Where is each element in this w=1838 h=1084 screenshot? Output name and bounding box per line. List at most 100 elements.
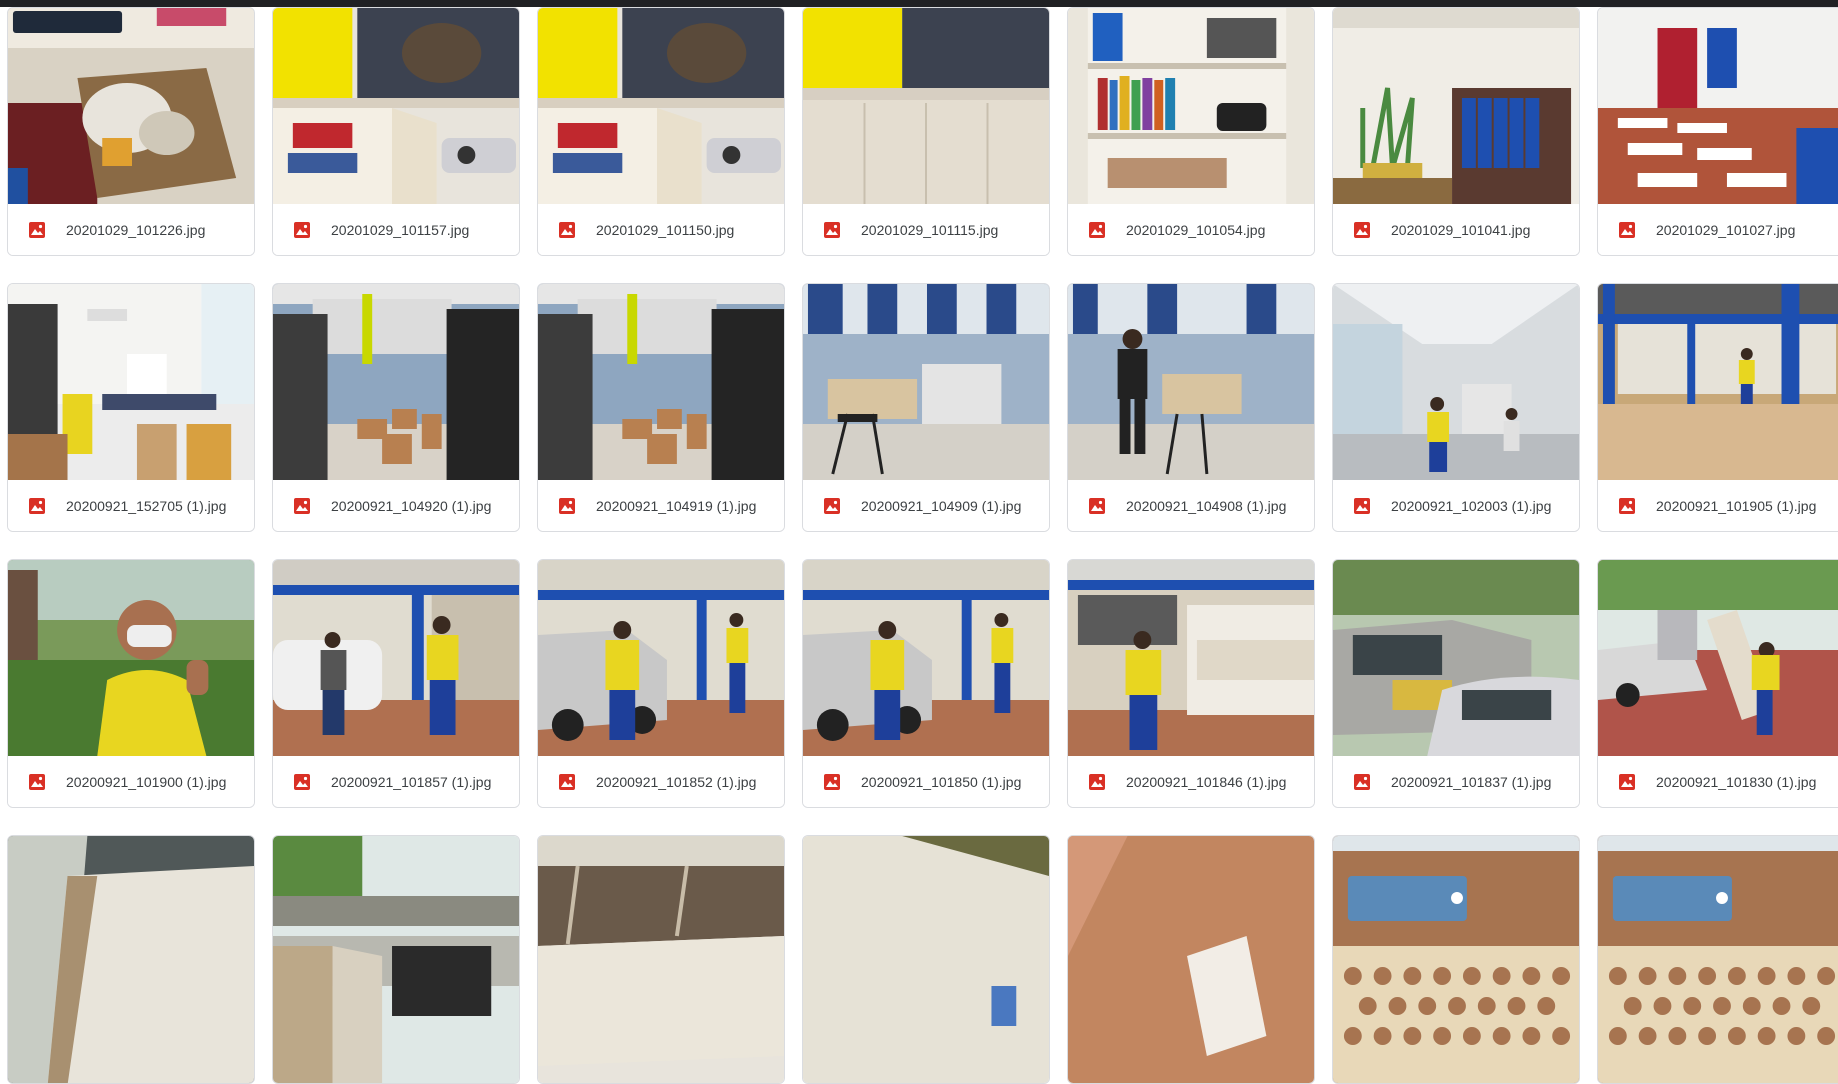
- file-card[interactable]: 20200921_104908 (1).jpg: [1067, 283, 1315, 532]
- file-caption[interactable]: 20200921_102003 (1).jpg: [1333, 480, 1579, 531]
- file-grid: 20201029_101226.jpg 20201029_101157.jpg …: [7, 7, 1838, 1084]
- file-card[interactable]: 20201029_101115.jpg: [802, 7, 1050, 256]
- file-caption[interactable]: 20200921_101852 (1).jpg: [538, 756, 784, 807]
- file-caption[interactable]: 20200921_104919 (1).jpg: [538, 480, 784, 531]
- file-thumbnail[interactable]: [273, 8, 519, 204]
- file-card[interactable]: 20200921_102003 (1).jpg: [1332, 283, 1580, 532]
- image-file-icon: [1088, 221, 1106, 239]
- file-card[interactable]: 20200921_101830 (1).jpg: [1597, 559, 1838, 808]
- file-name: 20201029_101115.jpg: [861, 221, 999, 238]
- file-name: 20200921_104919 (1).jpg: [596, 497, 757, 514]
- file-card[interactable]: 20200921_101846 (1).jpg: [1067, 559, 1315, 808]
- file-card[interactable]: 20200921_101837 (1).jpg: [1332, 559, 1580, 808]
- file-card[interactable]: 20200921_104919 (1).jpg: [537, 283, 785, 532]
- file-name: 20201029_101150.jpg: [596, 221, 735, 238]
- file-card[interactable]: 20201029_101226.jpg: [7, 7, 255, 256]
- file-card[interactable]: 20201029_101027.jpg: [1597, 7, 1838, 256]
- file-card[interactable]: [7, 835, 255, 1084]
- file-caption[interactable]: 20201029_101041.jpg: [1333, 204, 1579, 255]
- file-caption[interactable]: 20201029_101150.jpg: [538, 204, 784, 255]
- file-thumbnail[interactable]: [273, 836, 519, 1083]
- file-thumbnail[interactable]: [1333, 836, 1579, 1083]
- file-caption[interactable]: 20201029_101027.jpg: [1598, 204, 1838, 255]
- image-file-icon: [293, 221, 311, 239]
- file-thumbnail[interactable]: [1598, 836, 1838, 1083]
- file-name: 20200921_101837 (1).jpg: [1391, 773, 1552, 790]
- file-thumbnail[interactable]: [803, 284, 1049, 480]
- file-caption[interactable]: 20200921_152705 (1).jpg: [8, 480, 254, 531]
- file-name: 20200921_104908 (1).jpg: [1126, 497, 1287, 514]
- file-thumbnail[interactable]: [803, 836, 1049, 1083]
- file-thumbnail[interactable]: [538, 284, 784, 480]
- file-card[interactable]: 20200921_101852 (1).jpg: [537, 559, 785, 808]
- file-thumbnail[interactable]: [1598, 8, 1838, 204]
- file-card[interactable]: [802, 835, 1050, 1084]
- file-card[interactable]: 20200921_152705 (1).jpg: [7, 283, 255, 532]
- file-thumbnail[interactable]: [1333, 560, 1579, 756]
- file-card[interactable]: [537, 835, 785, 1084]
- file-thumbnail[interactable]: [803, 560, 1049, 756]
- image-file-icon: [1353, 773, 1371, 791]
- file-card[interactable]: [1597, 835, 1838, 1084]
- file-caption[interactable]: 20200921_101830 (1).jpg: [1598, 756, 1838, 807]
- file-thumbnail[interactable]: [273, 560, 519, 756]
- file-card[interactable]: 20201029_101157.jpg: [272, 7, 520, 256]
- file-thumbnail[interactable]: [8, 560, 254, 756]
- file-thumbnail[interactable]: [1598, 560, 1838, 756]
- file-caption[interactable]: 20200921_101850 (1).jpg: [803, 756, 1049, 807]
- file-caption[interactable]: 20200921_101900 (1).jpg: [8, 756, 254, 807]
- file-name: 20200921_101846 (1).jpg: [1126, 773, 1287, 790]
- file-caption[interactable]: 20201029_101115.jpg: [803, 204, 1049, 255]
- file-name: 20200921_101850 (1).jpg: [861, 773, 1022, 790]
- file-caption[interactable]: 20200921_101837 (1).jpg: [1333, 756, 1579, 807]
- file-thumbnail[interactable]: [1333, 8, 1579, 204]
- file-caption[interactable]: 20200921_101905 (1).jpg: [1598, 480, 1838, 531]
- file-card[interactable]: 20201029_101041.jpg: [1332, 7, 1580, 256]
- file-thumbnail[interactable]: [1068, 284, 1314, 480]
- image-file-icon: [1088, 773, 1106, 791]
- file-card[interactable]: [1067, 835, 1315, 1084]
- file-thumbnail[interactable]: [8, 284, 254, 480]
- file-card[interactable]: 20200921_101850 (1).jpg: [802, 559, 1050, 808]
- image-file-icon: [823, 773, 841, 791]
- file-thumbnail[interactable]: [8, 836, 254, 1083]
- file-card[interactable]: 20201029_101150.jpg: [537, 7, 785, 256]
- file-card[interactable]: 20200921_101905 (1).jpg: [1597, 283, 1838, 532]
- file-thumbnail[interactable]: [1068, 836, 1314, 1083]
- file-thumbnail[interactable]: [1333, 284, 1579, 480]
- image-file-icon: [28, 221, 46, 239]
- file-thumbnail[interactable]: [8, 8, 254, 204]
- file-name: 20200921_101857 (1).jpg: [331, 773, 492, 790]
- file-caption[interactable]: 20200921_101857 (1).jpg: [273, 756, 519, 807]
- file-name: 20200921_101905 (1).jpg: [1656, 497, 1817, 514]
- file-name: 20201029_101226.jpg: [66, 221, 206, 238]
- file-card[interactable]: 20200921_104920 (1).jpg: [272, 283, 520, 532]
- file-caption[interactable]: 20200921_104920 (1).jpg: [273, 480, 519, 531]
- file-caption[interactable]: 20201029_101226.jpg: [8, 204, 254, 255]
- file-thumbnail[interactable]: [538, 836, 784, 1083]
- file-card[interactable]: [1332, 835, 1580, 1084]
- file-caption[interactable]: 20200921_104909 (1).jpg: [803, 480, 1049, 531]
- file-thumbnail[interactable]: [273, 284, 519, 480]
- file-thumbnail[interactable]: [1068, 8, 1314, 204]
- image-file-icon: [558, 221, 576, 239]
- file-caption[interactable]: 20201029_101054.jpg: [1068, 204, 1314, 255]
- file-card[interactable]: 20201029_101054.jpg: [1067, 7, 1315, 256]
- file-card[interactable]: 20200921_101857 (1).jpg: [272, 559, 520, 808]
- file-name: 20200921_101900 (1).jpg: [66, 773, 227, 790]
- file-thumbnail[interactable]: [803, 8, 1049, 204]
- file-card[interactable]: 20200921_104909 (1).jpg: [802, 283, 1050, 532]
- file-thumbnail[interactable]: [1068, 560, 1314, 756]
- file-thumbnail[interactable]: [1598, 284, 1838, 480]
- file-thumbnail[interactable]: [538, 8, 784, 204]
- file-name: 20200921_102003 (1).jpg: [1391, 497, 1552, 514]
- file-card[interactable]: [272, 835, 520, 1084]
- file-caption[interactable]: 20200921_101846 (1).jpg: [1068, 756, 1314, 807]
- file-thumbnail[interactable]: [538, 560, 784, 756]
- file-name: 20201029_101041.jpg: [1391, 221, 1531, 238]
- file-card[interactable]: 20200921_101900 (1).jpg: [7, 559, 255, 808]
- file-name: 20201029_101027.jpg: [1656, 221, 1796, 238]
- file-caption[interactable]: 20200921_104908 (1).jpg: [1068, 480, 1314, 531]
- file-caption[interactable]: 20201029_101157.jpg: [273, 204, 519, 255]
- image-file-icon: [1618, 773, 1636, 791]
